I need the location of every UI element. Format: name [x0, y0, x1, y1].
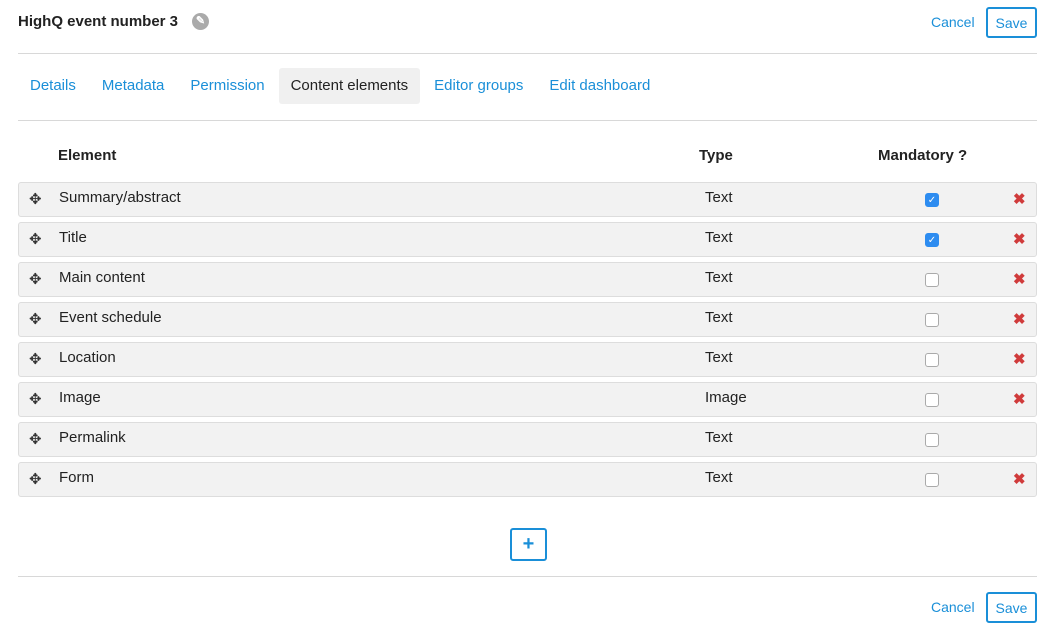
mandatory-checkbox[interactable]	[925, 393, 939, 407]
drag-handle-icon[interactable]: ✥	[29, 310, 42, 328]
drag-handle-icon[interactable]: ✥	[29, 270, 42, 288]
edit-pencil-icon[interactable]: ✎	[192, 13, 210, 30]
element-name: Permalink	[59, 429, 126, 446]
element-name: Form	[59, 469, 94, 486]
delete-icon[interactable]: ✖	[1013, 310, 1026, 328]
cancel-button-top[interactable]: Cancel	[931, 14, 975, 30]
mandatory-checkbox[interactable]	[925, 313, 939, 327]
table-row: ✥ Permalink Text	[18, 422, 1037, 457]
mandatory-checkbox[interactable]	[925, 473, 939, 487]
table-row: ✥ Event schedule Text ✖	[18, 302, 1037, 337]
tab-content-elements[interactable]: Content elements	[278, 68, 421, 104]
divider	[18, 53, 1037, 54]
drag-handle-icon[interactable]: ✥	[29, 470, 42, 488]
drag-handle-icon[interactable]: ✥	[29, 350, 42, 368]
element-name: Event schedule	[59, 309, 162, 326]
element-type: Text	[705, 189, 733, 206]
delete-icon[interactable]: ✖	[1013, 350, 1026, 368]
save-button-top[interactable]: Save	[986, 7, 1037, 38]
element-type: Text	[705, 469, 733, 486]
mandatory-checkbox[interactable]: ✓	[925, 233, 939, 247]
delete-icon[interactable]: ✖	[1013, 190, 1026, 208]
drag-handle-icon[interactable]: ✥	[29, 390, 42, 408]
mandatory-checkbox[interactable]	[925, 353, 939, 367]
element-name: Main content	[59, 269, 145, 286]
tab-bar: Details Metadata Permission Content element…	[18, 68, 664, 104]
divider	[18, 576, 1037, 577]
element-type: Image	[705, 389, 747, 406]
tab-details[interactable]: Details	[18, 68, 88, 104]
element-name: Image	[59, 389, 101, 406]
drag-handle-icon[interactable]: ✥	[29, 230, 42, 248]
save-button-bottom[interactable]: Save	[986, 592, 1037, 623]
header-type: Type	[699, 147, 733, 164]
element-type: Text	[705, 349, 733, 366]
element-type: Text	[705, 269, 733, 286]
table-row: ✥ Summary/abstract Text ✓ ✖	[18, 182, 1037, 217]
table-row: ✥ Main content Text ✖	[18, 262, 1037, 297]
cancel-button-bottom[interactable]: Cancel	[931, 599, 975, 615]
element-name: Title	[59, 229, 87, 246]
table-row: ✥ Image Image ✖	[18, 382, 1037, 417]
tab-metadata[interactable]: Metadata	[90, 68, 177, 104]
mandatory-checkbox[interactable]	[925, 433, 939, 447]
divider	[18, 120, 1037, 121]
drag-handle-icon[interactable]: ✥	[29, 190, 42, 208]
element-name: Summary/abstract	[59, 189, 181, 206]
page-title: HighQ event number 3 ✎	[18, 13, 210, 30]
tab-editor-groups[interactable]: Editor groups	[422, 68, 535, 104]
add-element-button[interactable]: +	[510, 528, 547, 561]
header-mandatory: Mandatory ?	[878, 147, 968, 164]
element-type: Text	[705, 229, 733, 246]
element-name: Location	[59, 349, 116, 366]
title-text: HighQ event number 3	[18, 13, 179, 30]
table-row: ✥ Form Text ✖	[18, 462, 1037, 497]
mandatory-checkbox[interactable]	[925, 273, 939, 287]
delete-icon[interactable]: ✖	[1013, 270, 1026, 288]
element-type: Text	[705, 429, 733, 446]
delete-icon[interactable]: ✖	[1013, 230, 1026, 248]
tab-edit-dashboard[interactable]: Edit dashboard	[537, 68, 662, 104]
mandatory-checkbox[interactable]: ✓	[925, 193, 939, 207]
table-row: ✥ Location Text ✖	[18, 342, 1037, 377]
tab-permission[interactable]: Permission	[178, 68, 276, 104]
header-element: Element	[58, 147, 117, 164]
delete-icon[interactable]: ✖	[1013, 470, 1026, 488]
delete-icon[interactable]: ✖	[1013, 390, 1026, 408]
element-type: Text	[705, 309, 733, 326]
table-row: ✥ Title Text ✓ ✖	[18, 222, 1037, 257]
drag-handle-icon[interactable]: ✥	[29, 430, 42, 448]
